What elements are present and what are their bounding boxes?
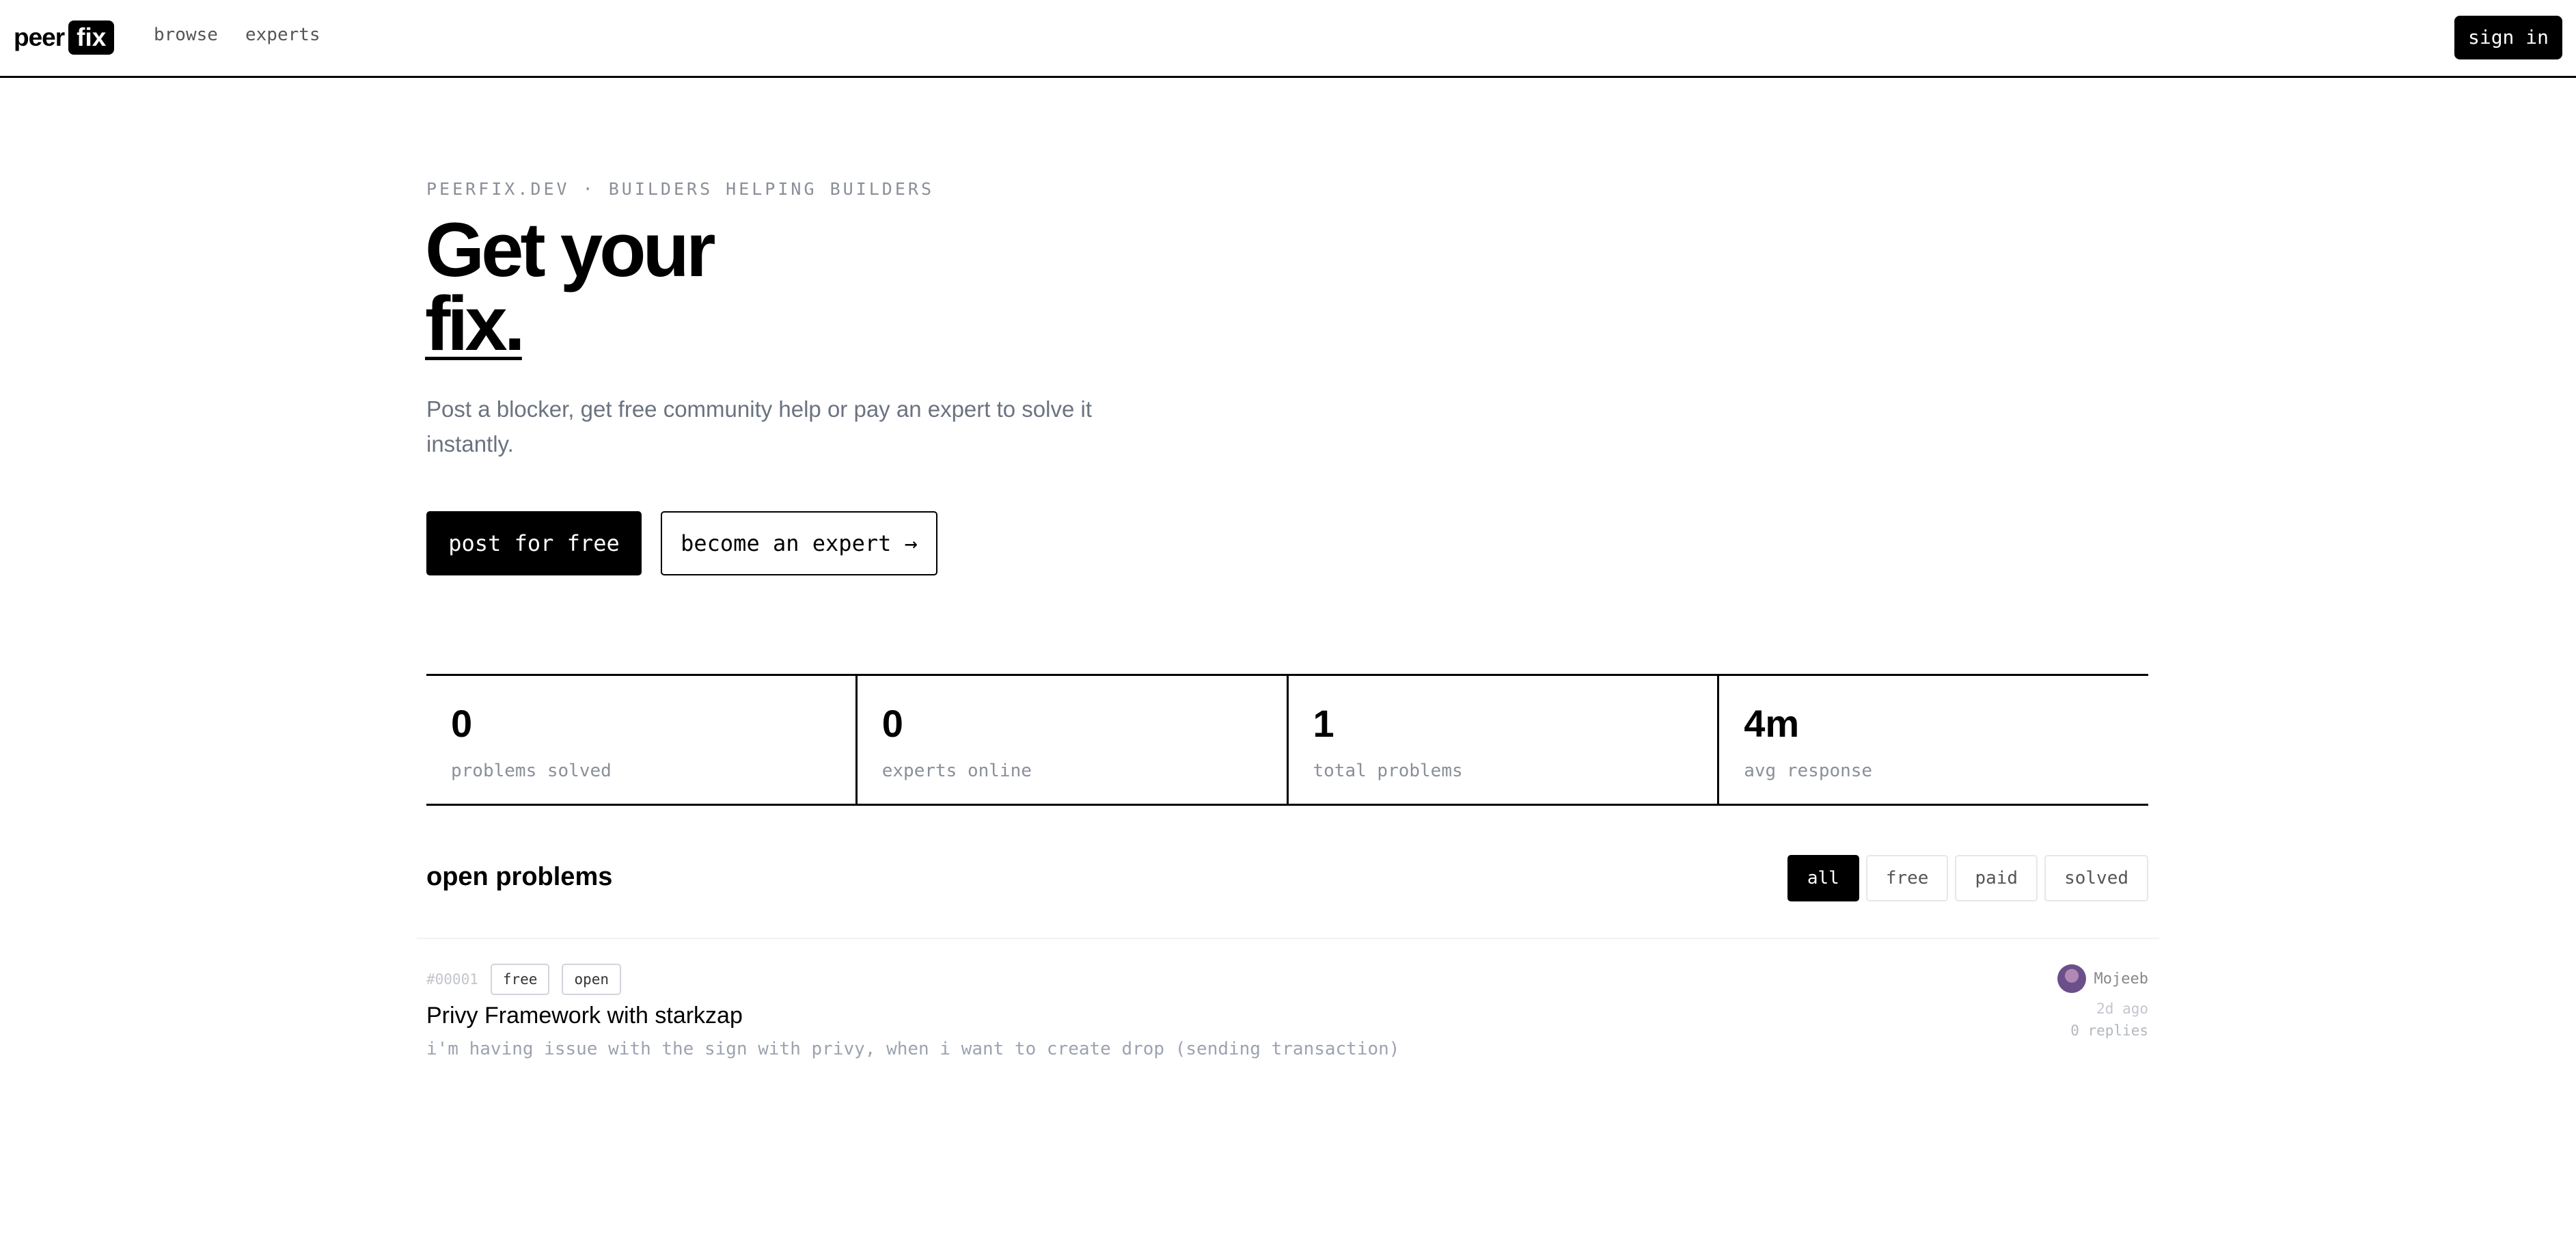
nav-link-experts[interactable]: experts	[245, 25, 320, 45]
filter-paid[interactable]: paid	[1955, 855, 2038, 901]
hero-eyebrow: PEERFIX.DEV · BUILDERS HELPING BUILDERS	[426, 179, 934, 199]
stat-value: 1	[1313, 702, 1334, 745]
sign-in-button[interactable]: sign in	[2454, 16, 2562, 59]
become-expert-button[interactable]: become an expert →	[661, 511, 937, 575]
filter-free[interactable]: free	[1865, 855, 1949, 901]
hero-subtitle: Post a blocker, get free community help …	[426, 396, 1092, 457]
stat-label: problems solved	[451, 761, 612, 781]
problem-filters: all free paid solved	[1787, 855, 2148, 901]
stat-value: 0	[451, 702, 473, 745]
problem-description: i'm having issue with the sign with priv…	[426, 1039, 1400, 1059]
problem-time: 2d ago	[2096, 1001, 2148, 1017]
top-nav: peer fix browse experts sign in	[0, 0, 2576, 78]
problem-replies: 0 replies	[2070, 1022, 2148, 1039]
stat-total-problems: 1 total problems	[1289, 676, 1720, 804]
stat-problems-solved: 0 problems solved	[426, 676, 858, 804]
stat-value: 4m	[1744, 702, 1800, 745]
stat-label: avg response	[1744, 761, 1873, 781]
logo[interactable]: peer fix	[14, 21, 115, 55]
avatar	[2057, 964, 2086, 993]
section-divider	[417, 938, 2159, 939]
hero-title-line1: Get your	[425, 207, 716, 293]
stat-experts-online: 0 experts online	[858, 676, 1289, 804]
stat-avg-response: 4m avg response	[1719, 676, 2148, 804]
problem-row[interactable]: #00001 free open Privy Framework with st…	[426, 964, 2148, 1066]
tag-open: open	[562, 964, 622, 995]
logo-peer: peer	[14, 23, 65, 51]
logo-fix: fix	[68, 21, 115, 55]
filter-all[interactable]: all	[1787, 855, 1859, 901]
problem-title[interactable]: Privy Framework with starkzap	[426, 1003, 743, 1029]
stat-label: total problems	[1313, 761, 1463, 781]
problem-author: Mojeeb	[2057, 964, 2148, 994]
filter-solved[interactable]: solved	[2044, 855, 2148, 901]
problem-meta: #00001 free open	[426, 964, 622, 995]
stat-value: 0	[881, 702, 903, 745]
nav-link-browse[interactable]: browse	[154, 25, 218, 45]
tag-free: free	[490, 964, 550, 995]
post-for-free-button[interactable]: post for free	[426, 511, 642, 575]
hero-title: Get your fix.	[425, 207, 716, 362]
problem-info: Mojeeb 2d ago 0 replies	[2057, 964, 2148, 1039]
stats-bar: 0 problems solved 0 experts online 1 tot…	[426, 674, 2148, 806]
hero-title-line2: fix.	[425, 281, 525, 366]
author-name: Mojeeb	[2094, 970, 2148, 988]
open-problems-title: open problems	[426, 862, 613, 891]
stat-label: experts online	[881, 761, 1032, 781]
problem-id: #00001	[426, 971, 478, 988]
